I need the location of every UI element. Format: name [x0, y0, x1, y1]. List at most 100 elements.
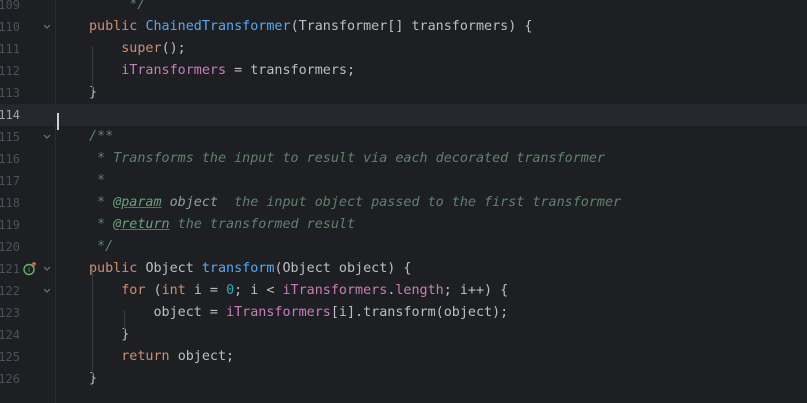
- text-caret: [57, 113, 59, 130]
- line-number[interactable]: 112: [0, 60, 20, 82]
- code-text[interactable]: /**: [89, 126, 113, 148]
- code-line[interactable]: 120 */: [0, 236, 807, 258]
- code-text[interactable]: public Object transform(Object object) {: [89, 258, 412, 280]
- code-token: public: [89, 261, 146, 276]
- code-line[interactable]: 124 }: [0, 324, 807, 346]
- code-line[interactable]: 125 return object;: [0, 346, 807, 368]
- line-number[interactable]: 123: [0, 302, 20, 324]
- svg-text:I: I: [28, 266, 30, 274]
- code-text[interactable]: super();: [89, 38, 186, 60]
- code-token: the transformed result: [169, 217, 356, 232]
- code-text[interactable]: }: [89, 82, 97, 104]
- code-token: ; i++) {: [443, 283, 509, 298]
- line-number[interactable]: 117: [0, 170, 20, 192]
- code-token: object;: [177, 349, 235, 364]
- code-token: }: [89, 85, 98, 100]
- code-text[interactable]: iTransformers = transformers;: [89, 60, 355, 82]
- code-text[interactable]: * @param object the input object passed …: [89, 192, 621, 214]
- code-line[interactable]: 114: [0, 104, 807, 126]
- chevron-down-icon[interactable]: [42, 280, 52, 302]
- code-line[interactable]: 109 */: [0, 0, 807, 16]
- code-token: *: [89, 173, 106, 188]
- line-number[interactable]: 115: [0, 126, 20, 148]
- line-number[interactable]: 122: [0, 280, 20, 302]
- code-line[interactable]: 111 super();: [0, 38, 807, 60]
- line-number[interactable]: 114: [0, 104, 20, 126]
- code-text[interactable]: */: [89, 0, 145, 16]
- code-token: 0: [226, 283, 235, 298]
- line-number[interactable]: 111: [0, 38, 20, 60]
- code-line[interactable]: 113}: [0, 82, 807, 104]
- code-token: transform: [201, 261, 275, 276]
- code-text[interactable]: }: [89, 368, 97, 390]
- code-token: @param: [113, 195, 162, 210]
- code-token: (Transformer[] transformers) {: [290, 19, 533, 34]
- code-line[interactable]: 118 * @param object the input object pas…: [0, 192, 807, 214]
- code-token: = transformers;: [226, 63, 356, 78]
- indent-guide: [92, 266, 93, 376]
- chevron-down-icon[interactable]: [42, 258, 52, 280]
- line-number[interactable]: 116: [0, 148, 20, 170]
- line-number[interactable]: 126: [0, 368, 20, 390]
- line-number[interactable]: 124: [0, 324, 20, 346]
- code-token: ; i <: [234, 283, 283, 298]
- code-token: i =: [193, 283, 227, 298]
- code-line[interactable]: 117 *: [0, 170, 807, 192]
- code-line[interactable]: 119 * @return the transformed result: [0, 214, 807, 236]
- indent-guide: [92, 46, 93, 90]
- indent-guide: [124, 310, 125, 332]
- code-text[interactable]: * Transforms the input to result via eac…: [89, 148, 605, 170]
- code-token: (Object object) {: [274, 261, 412, 276]
- line-number[interactable]: 121: [0, 258, 20, 280]
- code-token: *: [89, 217, 114, 232]
- code-token: iTransformers: [282, 283, 388, 298]
- code-line[interactable]: 121 Ipublic Object transform(Object objec…: [0, 258, 807, 280]
- line-number[interactable]: 120: [0, 236, 20, 258]
- code-text[interactable]: object = iTransformers[i].transform(obje…: [89, 302, 508, 324]
- code-line[interactable]: 110 public ChainedTransformer(Transformer…: [0, 16, 807, 38]
- code-token: public: [89, 19, 146, 34]
- code-text[interactable]: * @return the transformed result: [89, 214, 355, 236]
- code-token: */: [89, 0, 146, 12]
- code-token: iTransformers: [121, 63, 227, 78]
- chevron-down-icon[interactable]: [42, 16, 52, 38]
- code-token: object: [161, 195, 218, 210]
- implementing-method-icon[interactable]: I: [22, 261, 38, 277]
- chevron-down-icon[interactable]: [42, 126, 52, 148]
- code-line[interactable]: 116 * Transforms the input to result via…: [0, 148, 807, 170]
- code-token: length: [395, 283, 444, 298]
- code-text[interactable]: public ChainedTransformer(Transformer[] …: [89, 16, 532, 38]
- code-token: *: [89, 195, 114, 210]
- code-token: Object: [145, 261, 202, 276]
- line-number[interactable]: 118: [0, 192, 20, 214]
- code-text[interactable]: *: [89, 170, 105, 192]
- line-number[interactable]: 113: [0, 82, 20, 104]
- code-line[interactable]: 123 object = iTransformers[i].transform(…: [0, 302, 807, 324]
- code-line[interactable]: 115 /**: [0, 126, 807, 148]
- code-token: /**: [89, 129, 114, 144]
- code-token: ();: [161, 41, 186, 56]
- code-token: for: [121, 283, 154, 298]
- code-text[interactable]: return object;: [89, 346, 234, 368]
- code-token: the input object passed to the first tra…: [218, 195, 622, 210]
- code-line[interactable]: 126}: [0, 368, 807, 390]
- code-line[interactable]: 112 iTransformers = transformers;: [0, 60, 807, 82]
- code-token: return: [121, 349, 178, 364]
- line-number[interactable]: 110: [0, 16, 20, 38]
- line-number[interactable]: 125: [0, 346, 20, 368]
- code-token: */: [89, 239, 114, 254]
- code-token: ChainedTransformer: [145, 19, 291, 34]
- code-token: object =: [89, 305, 227, 320]
- code-line[interactable]: 122 for (int i = 0; i < iTransformers.le…: [0, 280, 807, 302]
- code-token: int: [161, 283, 194, 298]
- code-text[interactable]: for (int i = 0; i < iTransformers.length…: [89, 280, 508, 302]
- code-token: * Transforms the input to result via eac…: [89, 151, 605, 166]
- code-text[interactable]: */: [89, 236, 113, 258]
- code-token: [i].transform(object);: [330, 305, 509, 320]
- code-editor[interactable]: 109 */110 public ChainedTransformer(Trans…: [0, 0, 807, 403]
- line-number[interactable]: 109: [0, 0, 20, 16]
- line-number[interactable]: 119: [0, 214, 20, 236]
